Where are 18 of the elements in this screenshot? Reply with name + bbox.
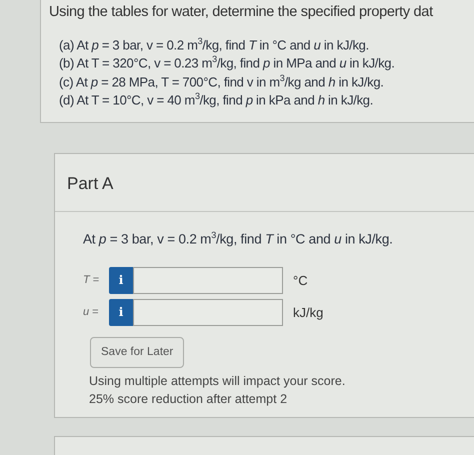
part-title: Part A (55, 154, 474, 212)
unit-label: °C (293, 272, 308, 288)
answer-field[interactable] (133, 266, 283, 294)
info-button[interactable]: i (109, 266, 133, 294)
question-title: Using the tables for water, determine the specified property dat (49, 4, 434, 20)
field-label: T = (83, 274, 100, 286)
question-item: (c) At p = 28 MPa, T = 700°C, find v in m$^{3}$/kg and h in kJ/kg. (59, 72, 385, 89)
field-label: u = (83, 306, 100, 318)
info-button[interactable]: i (109, 298, 133, 326)
save-button[interactable]: Save for Later (90, 336, 184, 368)
question-item: (b) At T = 320°C, v = 0.23 m$^{3}$/kg, find p in MPa and u in kJ/kg. (59, 54, 396, 71)
question-item: (a) At p = 3 bar, v = 0.2 m$^{3}$/kg, find T in °C and u in kJ/kg. (59, 36, 370, 52)
question-item: (d) At T = 10°C, v = 40 m$^{3}$/kg, find p in kPa and h in kJ/kg. (59, 90, 374, 108)
answer-field[interactable] (133, 298, 283, 326)
part-prompt: At p = 3 bar, v = 0.2 m$^{3}$/kg, find T in °C and u in kJ/kg. (83, 230, 394, 246)
unit-label: kJ/kg (293, 304, 324, 320)
attempts-note: Using multiple attempts will impact your score. (89, 372, 346, 390)
attempts-note: 25% score reduction after attempt 2 (89, 390, 288, 408)
